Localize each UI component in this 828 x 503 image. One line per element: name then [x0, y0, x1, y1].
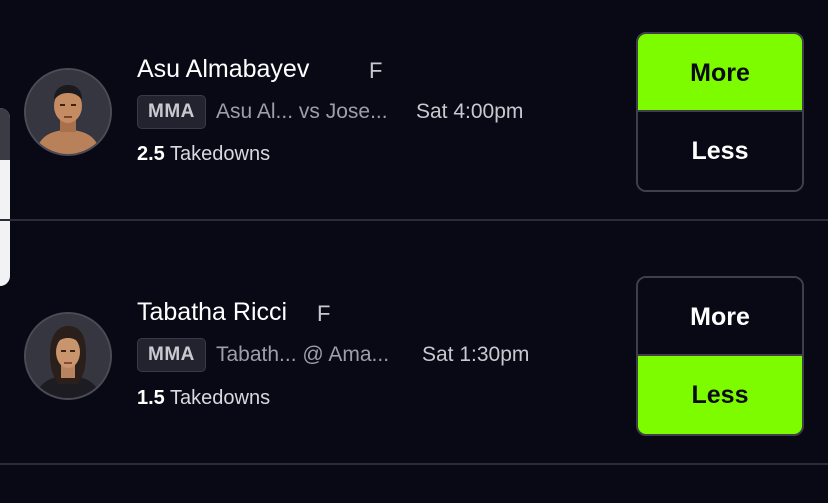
league-badge: MMA — [137, 95, 206, 129]
player-photo-icon — [26, 70, 110, 154]
stat-type: Takedowns — [170, 143, 271, 165]
stat-line: 1.5 Takedowns — [137, 387, 270, 410]
more-button[interactable]: More — [638, 278, 802, 356]
more-less-toggle: More Less — [636, 276, 804, 436]
projection-card: Tabatha Ricci F MMA Tabath... @ Ama... S… — [0, 221, 828, 464]
player-photo-icon — [26, 314, 110, 398]
player-avatar — [24, 312, 112, 400]
line-value: 1.5 — [137, 387, 165, 409]
projection-card: Asu Almabayev F MMA Asu Al... vs Jose...… — [0, 0, 828, 220]
stat-line: 2.5 Takedowns — [137, 143, 270, 166]
less-button[interactable]: Less — [638, 112, 802, 190]
more-less-toggle: More Less — [636, 32, 804, 192]
stat-type: Takedowns — [170, 387, 271, 409]
less-button[interactable]: Less — [638, 356, 802, 434]
player-position: F — [369, 58, 383, 83]
player-position: F — [317, 301, 331, 326]
player-avatar — [24, 68, 112, 156]
game-time: Sat 4:00pm — [416, 100, 524, 123]
league-badge: MMA — [137, 338, 206, 372]
matchup-text: Tabath... @ Ama... — [216, 343, 390, 366]
projections-screen: Asu Almabayev F MMA Asu Al... vs Jose...… — [0, 0, 828, 503]
game-time: Sat 1:30pm — [422, 343, 530, 366]
matchup-text: Asu Al... vs Jose... — [216, 100, 388, 123]
card-divider — [0, 463, 828, 465]
player-name: Asu Almabayev — [137, 55, 310, 83]
more-button[interactable]: More — [638, 34, 802, 112]
line-value: 2.5 — [137, 143, 165, 165]
player-name: Tabatha Ricci — [137, 298, 288, 326]
